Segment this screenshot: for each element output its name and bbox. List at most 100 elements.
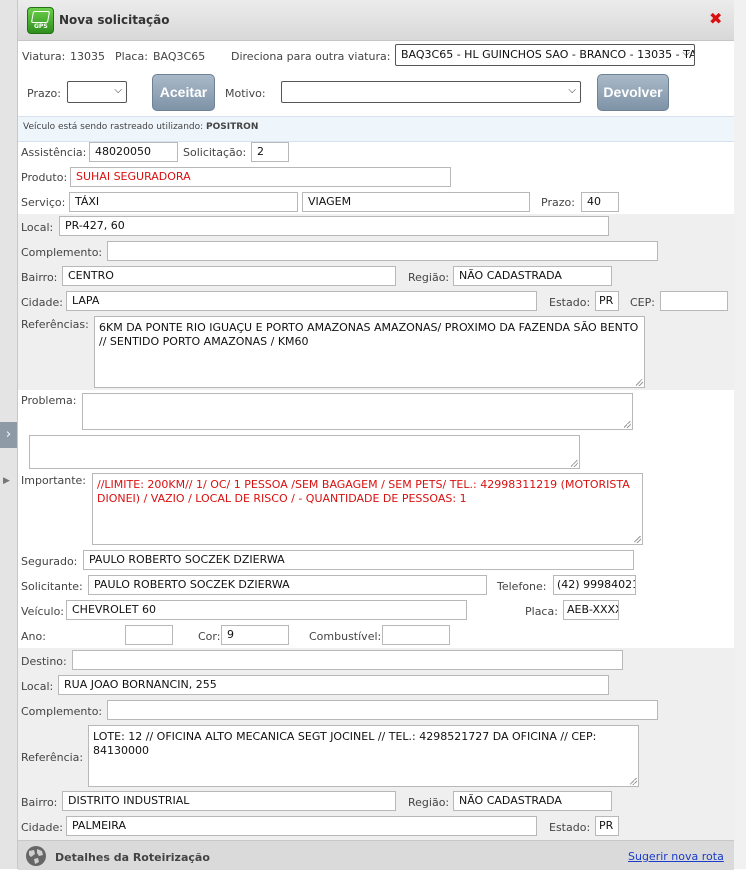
importante-label: Importante: bbox=[21, 474, 87, 487]
close-icon[interactable]: ✖ bbox=[709, 9, 722, 28]
destino-regiao-field[interactable]: NÃO CADASTRADA bbox=[453, 791, 612, 811]
expand-sidebar-icon[interactable]: › bbox=[0, 422, 17, 448]
gps-label: GPS bbox=[34, 23, 48, 30]
resize-grip-icon[interactable] bbox=[630, 778, 637, 785]
destino-field[interactable] bbox=[72, 650, 623, 670]
produto-field[interactable]: SUHAI SEGURADORA bbox=[70, 167, 451, 187]
estado-label: Estado: bbox=[549, 296, 591, 309]
solicitacao-label: Solicitação: bbox=[183, 146, 247, 159]
destino-referencia-label: Referência: bbox=[21, 751, 84, 764]
local-field[interactable]: PR-427, 60 bbox=[59, 216, 609, 236]
destino-estado-field[interactable]: PR bbox=[595, 816, 619, 836]
destino-cidade-label: Cidade: bbox=[21, 821, 63, 834]
assistencia-label: Assistência: bbox=[21, 146, 87, 159]
devolver-button[interactable]: Devolver bbox=[597, 74, 669, 111]
segurado-label: Segurado: bbox=[21, 555, 78, 568]
motivo-select[interactable]: ⌵ bbox=[281, 81, 581, 103]
play-arrow-icon[interactable]: ▶ bbox=[3, 476, 10, 486]
resize-grip-icon[interactable] bbox=[571, 460, 578, 467]
veiculo-field[interactable]: CHEVROLET 60 bbox=[66, 600, 467, 620]
solicitante-label: Solicitante: bbox=[21, 580, 83, 593]
cep-label: CEP: bbox=[630, 296, 655, 309]
ano-label: Ano: bbox=[21, 630, 46, 643]
regiao-label: Região: bbox=[408, 271, 450, 284]
resize-grip-icon[interactable] bbox=[634, 536, 641, 543]
servico-tipo-field[interactable]: VIAGEM bbox=[302, 192, 530, 212]
scrollbar[interactable] bbox=[734, 0, 746, 869]
tracking-text: Veículo está sendo rastreado utilizando:… bbox=[23, 122, 258, 132]
chevron-down-icon: ⌵ bbox=[114, 85, 122, 96]
chevron-down-icon: ⌵ bbox=[568, 85, 576, 96]
bairro-label: Bairro: bbox=[21, 271, 58, 284]
prazo-field[interactable]: 40 bbox=[581, 192, 619, 212]
prazo-select[interactable]: ⌵ bbox=[67, 81, 127, 103]
resize-grip-icon[interactable] bbox=[624, 421, 631, 428]
destino-referencia-textarea[interactable]: LOTE: 12 // OFICINA ALTO MECANICA SEGT J… bbox=[88, 725, 639, 787]
destino-label: Destino: bbox=[21, 655, 67, 668]
referencias-label: Referências: bbox=[21, 318, 89, 331]
produto-label: Produto: bbox=[21, 171, 68, 184]
problema-textarea[interactable] bbox=[82, 393, 633, 430]
viatura-label: Viatura: bbox=[22, 50, 66, 63]
placa-label: Placa: bbox=[115, 50, 148, 63]
tracking-prefix: Veículo está sendo rastreado utilizando: bbox=[23, 122, 204, 132]
referencias-textarea[interactable]: 6KM DA PONTE RIO IGUAÇU E PORTO AMAZONAS… bbox=[94, 316, 645, 388]
servico-field[interactable]: TÁXI bbox=[69, 192, 298, 212]
assistencia-field[interactable]: 48020050 bbox=[89, 142, 178, 162]
importante-textarea[interactable]: //LIMITE: 200KM// 1/ OC/ 1 PESSOA /SEM B… bbox=[92, 473, 643, 545]
cep-field[interactable] bbox=[660, 291, 728, 311]
veiculo-label: Veículo: bbox=[21, 605, 65, 618]
complemento-field[interactable] bbox=[107, 241, 658, 261]
cor-field[interactable]: 9 bbox=[221, 625, 289, 645]
telefone-label: Telefone: bbox=[497, 580, 547, 593]
resize-grip-icon[interactable] bbox=[636, 379, 643, 386]
cidade-field[interactable]: LAPA bbox=[66, 291, 537, 311]
placa-field[interactable]: AEB-XXXX bbox=[563, 600, 619, 620]
importante-text: //LIMITE: 200KM// 1/ OC/ 1 PESSOA /SEM B… bbox=[97, 478, 630, 505]
dialog-title: Nova solicitação bbox=[59, 13, 170, 27]
complemento-label: Complemento: bbox=[21, 246, 103, 259]
destino-bairro-label: Bairro: bbox=[21, 796, 58, 809]
cor-label: Cor: bbox=[198, 630, 221, 643]
estado-field[interactable]: PR bbox=[595, 291, 619, 311]
destino-cidade-field[interactable]: PALMEIRA bbox=[66, 816, 537, 836]
suggest-route-link[interactable]: Sugerir nova rota bbox=[628, 850, 724, 863]
globe-icon bbox=[26, 846, 46, 866]
combustivel-label: Combustível: bbox=[309, 630, 382, 643]
placa-value: BAQ3C65 bbox=[153, 50, 206, 63]
destino-estado-label: Estado: bbox=[549, 821, 591, 834]
motivo-label: Motivo: bbox=[225, 87, 266, 100]
destino-complemento-field[interactable] bbox=[107, 700, 658, 720]
ano-field[interactable] bbox=[125, 625, 173, 645]
destino-local-label: Local: bbox=[21, 680, 54, 693]
chevron-down-icon: ⌵ bbox=[682, 48, 690, 59]
destino-referencia-text: LOTE: 12 // OFICINA ALTO MECANICA SEGT J… bbox=[93, 730, 597, 757]
problema-extra-textarea[interactable] bbox=[29, 435, 580, 469]
direciona-select[interactable]: BAQ3C65 - HL GUINCHOS SAO - BRANCO - 130… bbox=[395, 44, 695, 66]
destino-regiao-label: Região: bbox=[408, 796, 450, 809]
servico-label: Serviço: bbox=[21, 196, 66, 209]
tracking-provider: POSITRON bbox=[206, 122, 259, 132]
cidade-label: Cidade: bbox=[21, 296, 63, 309]
routing-details-title: Detalhes da Roteirização bbox=[55, 851, 210, 864]
local-label: Local: bbox=[21, 221, 54, 234]
solicitante-field[interactable]: PAULO ROBERTO SOCZEK DZIERWA bbox=[88, 575, 487, 595]
destino-complemento-label: Complemento: bbox=[21, 705, 103, 718]
segurado-field[interactable]: PAULO ROBERTO SOCZEK DZIERWA bbox=[83, 550, 634, 570]
regiao-field[interactable]: NÃO CADASTRADA bbox=[453, 266, 612, 286]
destino-local-field[interactable]: RUA JOAO BORNANCIN, 255 bbox=[58, 675, 609, 695]
direciona-value: BAQ3C65 - HL GUINCHOS SAO - BRANCO - 130… bbox=[401, 48, 695, 61]
prazo-label: Prazo: bbox=[541, 196, 575, 209]
solicitacao-field[interactable]: 2 bbox=[251, 142, 289, 162]
problema-label: Problema: bbox=[21, 394, 77, 407]
destino-bairro-field[interactable]: DISTRITO INDUSTRIAL bbox=[62, 791, 396, 811]
placa-form-label: Placa: bbox=[525, 605, 558, 618]
bairro-field[interactable]: CENTRO bbox=[62, 266, 396, 286]
combustivel-field[interactable] bbox=[382, 625, 450, 645]
aceitar-button[interactable]: Aceitar bbox=[152, 74, 215, 111]
referencias-text: 6KM DA PONTE RIO IGUAÇU E PORTO AMAZONAS… bbox=[99, 321, 639, 348]
gps-icon: GPS bbox=[27, 7, 54, 34]
telefone-field[interactable]: (42) 999840217 bbox=[553, 575, 636, 595]
direciona-label: Direciona para outra viatura: bbox=[231, 50, 391, 63]
prazo-top-label: Prazo: bbox=[27, 87, 61, 100]
